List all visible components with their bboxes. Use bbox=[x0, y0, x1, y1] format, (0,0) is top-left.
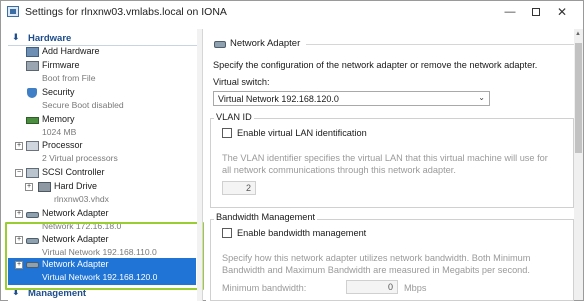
tree-item-label: SCSI Controller bbox=[42, 167, 105, 177]
hard-drive-icon bbox=[38, 182, 51, 192]
settings-app-icon bbox=[7, 6, 19, 17]
bandwidth-group-label: Bandwidth Management bbox=[214, 212, 318, 222]
minimum-bandwidth-input[interactable]: 0 bbox=[346, 280, 398, 294]
panel-description: Specify the configuration of the network… bbox=[213, 60, 538, 70]
network-adapter-icon bbox=[214, 41, 226, 48]
bandwidth-checkbox-label[interactable]: Enable bandwidth management bbox=[237, 228, 366, 238]
tree-item-label: Memory bbox=[42, 114, 75, 124]
maximize-button[interactable] bbox=[523, 3, 549, 21]
window-title: Settings for rlnxnw03.vmlabs.local on IO… bbox=[25, 6, 227, 18]
panel-title-divider bbox=[306, 44, 574, 45]
minimum-bandwidth-value: 0 bbox=[387, 282, 393, 292]
vlan-id-value: 2 bbox=[245, 183, 251, 193]
title-bar: Settings for rlnxnw03.vmlabs.local on IO… bbox=[1, 1, 583, 23]
memory-icon bbox=[26, 117, 39, 124]
annotation-highlight bbox=[5, 222, 204, 290]
chevron-down-icon: ⌄ bbox=[478, 93, 485, 102]
tree-item-label: Security bbox=[42, 87, 75, 97]
expand-processor[interactable]: + bbox=[15, 142, 23, 150]
tree-item-detail: Secure Boot disabled bbox=[42, 100, 124, 110]
collapse-icon[interactable]: ⬇ bbox=[12, 32, 20, 43]
tree-item-label: Firmware bbox=[42, 60, 80, 70]
minimum-bandwidth-unit: Mbps bbox=[404, 283, 427, 293]
bandwidth-help-text: Bandwidth and Maximum Bandwidth are meas… bbox=[222, 265, 530, 275]
network-adapter-icon bbox=[26, 212, 39, 218]
scrollbar-thumb[interactable] bbox=[575, 43, 582, 153]
virtual-switch-label: Virtual switch: bbox=[213, 77, 270, 87]
tree-item-label: Add Hardware bbox=[42, 46, 100, 56]
virtual-switch-value: Virtual Network 192.168.120.0 bbox=[218, 94, 339, 104]
hardware-section-header[interactable]: ⬇ Hardware bbox=[8, 32, 198, 46]
vlan-id-input[interactable]: 2 bbox=[222, 181, 256, 195]
tree-item-detail: 1024 MB bbox=[42, 127, 77, 137]
tree-item-label: Network Adapter bbox=[42, 208, 109, 218]
scsi-controller-icon bbox=[26, 168, 39, 178]
vlan-help-text: all network communications through this … bbox=[222, 165, 456, 175]
vlan-checkbox[interactable] bbox=[222, 128, 232, 138]
maximize-icon bbox=[532, 8, 540, 17]
virtual-switch-select[interactable]: Virtual Network 192.168.120.0 ⌄ bbox=[213, 91, 490, 106]
shield-icon bbox=[27, 88, 37, 98]
minimum-bandwidth-label: Minimum bandwidth: bbox=[222, 283, 307, 293]
vlan-checkbox-label[interactable]: Enable virtual LAN identification bbox=[237, 128, 367, 138]
section-divider bbox=[8, 45, 198, 46]
bandwidth-checkbox[interactable] bbox=[222, 228, 232, 238]
hardware-header-label: Hardware bbox=[28, 33, 72, 44]
vlan-group-label: VLAN ID bbox=[214, 112, 254, 122]
minimize-button[interactable]: — bbox=[497, 3, 523, 21]
close-button[interactable]: ✕ bbox=[549, 3, 575, 21]
firmware-icon bbox=[26, 61, 39, 71]
tree-item-label: Processor bbox=[42, 140, 83, 150]
processor-icon bbox=[26, 141, 39, 151]
panel-scrollbar[interactable]: ▲ bbox=[574, 29, 583, 300]
tree-item-detail: Boot from File bbox=[42, 73, 96, 83]
tree-item-label: Hard Drive bbox=[54, 181, 98, 191]
vlan-help-text: The VLAN identifier specifies the virtua… bbox=[222, 153, 548, 163]
tree-item-detail: 2 Virtual processors bbox=[42, 153, 118, 163]
panel-title: Network Adapter bbox=[230, 38, 301, 49]
expand-network-adapter-1[interactable]: + bbox=[15, 210, 23, 218]
scroll-up-icon[interactable]: ▲ bbox=[575, 31, 581, 37]
tree-item-detail: rlnxnw03.vhdx bbox=[54, 194, 109, 204]
expand-hard-drive[interactable]: + bbox=[25, 183, 33, 191]
add-hardware-icon bbox=[26, 47, 39, 57]
pane-splitter[interactable] bbox=[202, 29, 203, 301]
network-adapter-panel: Network Adapter Specify the configuratio… bbox=[206, 29, 574, 301]
collapse-scsi[interactable]: − bbox=[15, 169, 23, 177]
bandwidth-help-text: Specify how this network adapter utilize… bbox=[222, 253, 531, 263]
